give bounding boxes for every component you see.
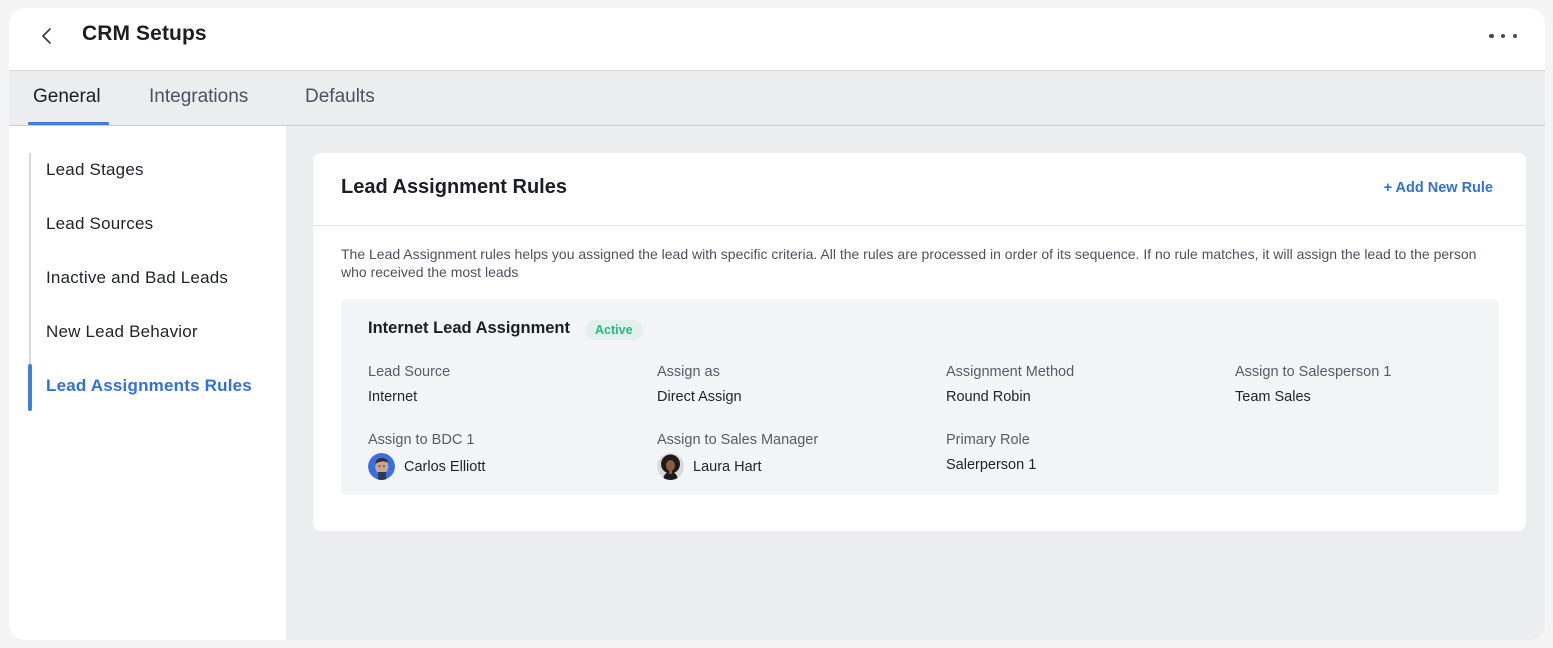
- field-label: Assign to BDC 1: [368, 432, 475, 448]
- field-label: Assignment Method: [946, 364, 1075, 380]
- add-new-rule-button[interactable]: + Add New Rule: [1384, 180, 1493, 196]
- field-label: Primary Role: [946, 432, 1030, 448]
- avatar-laura-hart: [657, 453, 684, 480]
- field-value: Carlos Elliott: [368, 453, 485, 480]
- field-label: Assign to Sales Manager: [657, 432, 819, 448]
- sidebar-item-inactive-bad-leads[interactable]: Inactive and Bad Leads: [46, 268, 228, 288]
- more-horizontal-icon: [1489, 33, 1494, 39]
- sidebar-active-indicator: [28, 364, 32, 411]
- chevron-left-icon: [42, 28, 51, 44]
- field-label: Assign to Salesperson 1: [1235, 364, 1392, 380]
- tab-general[interactable]: General: [33, 71, 101, 126]
- page-title: CRM Setups: [82, 22, 207, 45]
- tab-defaults[interactable]: Defaults: [305, 71, 375, 126]
- field-lead-source: Lead Source Internet: [368, 363, 450, 406]
- card-title: Lead Assignment Rules: [341, 176, 567, 198]
- field-label: Lead Source: [368, 364, 451, 380]
- status-badge: Active: [585, 320, 643, 340]
- field-value: Laura Hart: [657, 453, 818, 480]
- tab-integrations[interactable]: Integrations: [149, 71, 248, 126]
- field-value: Direct Assign: [657, 389, 742, 405]
- rule-name: Internet Lead Assignment: [368, 319, 571, 337]
- assignee-name: Laura Hart: [693, 458, 762, 475]
- field-assign-as: Assign as Direct Assign: [657, 363, 742, 406]
- lead-assignment-rules-card: Lead Assignment Rules + Add New Rule The…: [313, 153, 1526, 531]
- title-bar: CRM Setups: [9, 8, 1545, 71]
- sidebar-item-lead-stages[interactable]: Lead Stages: [46, 160, 144, 180]
- tab-bar: General Integrations Defaults: [9, 71, 1545, 126]
- field-primary-role: Primary Role Salerperson 1: [946, 431, 1036, 474]
- assignee-name: Carlos Elliott: [404, 458, 486, 475]
- sidebar-item-new-lead-behavior[interactable]: New Lead Behavior: [46, 322, 198, 342]
- field-assign-to-sales-manager: Assign to Sales Manager Laura Hart: [657, 431, 818, 480]
- rule-item[interactable]: Internet Lead Assignment Active Lead Sou…: [341, 299, 1499, 495]
- sidebar-item-lead-sources[interactable]: Lead Sources: [46, 214, 153, 234]
- back-button[interactable]: [35, 24, 59, 48]
- field-value: Salerperson 1: [946, 457, 1037, 473]
- field-assignment-method: Assignment Method Round Robin: [946, 363, 1074, 406]
- crm-setups-window: CRM Setups General Integrations Defaults…: [9, 8, 1545, 640]
- avatar-carlos-elliott: [368, 453, 395, 480]
- field-label: Assign as: [657, 364, 720, 380]
- more-options-button[interactable]: [1489, 25, 1517, 47]
- more-horizontal-icon: [1512, 33, 1517, 39]
- active-tab-indicator: [28, 122, 109, 125]
- field-value: Team Sales: [1235, 389, 1311, 405]
- settings-sidebar: Lead Stages Lead Sources Inactive and Ba…: [9, 126, 286, 640]
- field-value: Internet: [368, 389, 418, 405]
- more-horizontal-icon: [1500, 33, 1506, 39]
- field-value: Round Robin: [946, 389, 1031, 405]
- field-assign-to-bdc: Assign to BDC 1 Carlos Elliott: [368, 431, 485, 480]
- card-header: Lead Assignment Rules + Add New Rule: [313, 153, 1526, 226]
- sidebar-item-lead-assignment-rules[interactable]: Lead Assignments Rules: [46, 376, 252, 396]
- field-assign-to-salesperson: Assign to Salesperson 1 Team Sales: [1235, 363, 1391, 406]
- card-description: The Lead Assignment rules helps you assi…: [341, 246, 1477, 280]
